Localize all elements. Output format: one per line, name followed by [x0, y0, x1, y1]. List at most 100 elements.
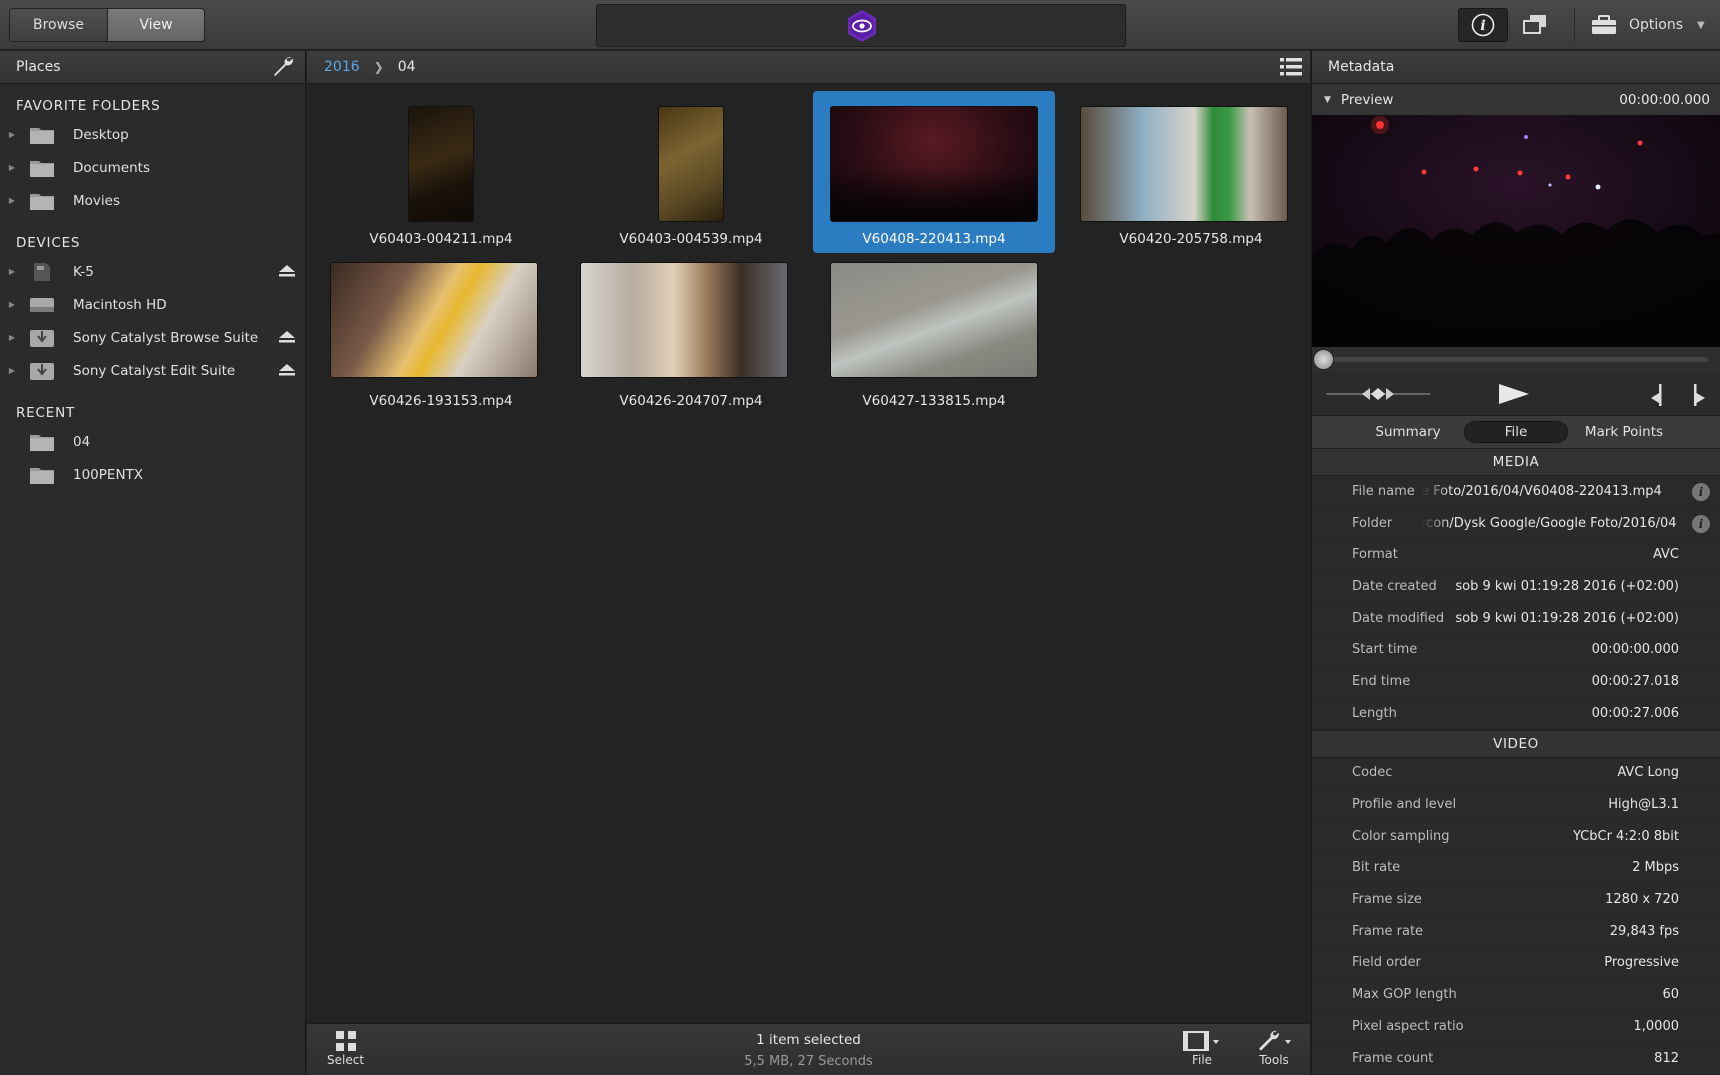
meta-value: 00:00:27.018 — [1591, 673, 1679, 689]
media-section-heading: MEDIA — [1312, 448, 1720, 476]
meta-row-length: Length 00:00:27.006 — [1312, 698, 1720, 730]
sidebar-item-recent-100pentx[interactable]: 100PENTX — [0, 458, 305, 491]
expand-arrow-icon[interactable]: ▶ — [0, 196, 15, 205]
browse-button[interactable]: Browse — [10, 9, 107, 41]
tools-menu-button[interactable]: Tools — [1254, 1029, 1294, 1067]
meta-key: Date modified — [1352, 610, 1445, 626]
meta-key: Frame rate — [1352, 923, 1424, 939]
video-thumbnail — [658, 106, 724, 222]
video-preview[interactable] — [1312, 115, 1720, 347]
collapse-triangle-icon[interactable]: ▼ — [1324, 95, 1331, 105]
folder-icon — [29, 158, 55, 178]
meta-row-pixel-aspect: Pixel aspect ratio 1,0000 — [1312, 1011, 1720, 1043]
breadcrumb: 2016 ❯ 04 — [307, 51, 1310, 84]
places-sidebar: Places FAVORITE FOLDERS ▶ Desktop ▶ Docu… — [0, 51, 306, 1075]
meta-key: Format — [1352, 547, 1398, 563]
sidebar-item-catalyst-browse[interactable]: ▶ Sony Catalyst Browse Suite — [0, 321, 305, 354]
expand-arrow-icon[interactable]: ▶ — [0, 163, 15, 172]
sidebar-item-label: K-5 — [73, 263, 94, 280]
file-tile[interactable]: V60403-004211.mp4 — [320, 91, 562, 253]
meta-row-frame-size: Frame size 1280 x 720 — [1312, 884, 1720, 916]
file-tile-selected[interactable]: V60408-220413.mp4 — [813, 91, 1055, 253]
file-tile[interactable]: V60403-004539.mp4 — [570, 91, 812, 253]
meta-key: Date created — [1352, 578, 1437, 594]
sidebar-item-recent-04[interactable]: 04 — [0, 425, 305, 458]
expand-arrow-icon[interactable]: ▶ — [0, 267, 15, 276]
file-name-label: V60427-133815.mp4 — [862, 393, 1006, 409]
sidebar-item-label: Sony Catalyst Browse Suite — [73, 329, 259, 346]
meta-value: AVC — [1652, 547, 1679, 563]
sidebar-item-label: 100PENTX — [73, 466, 144, 483]
places-title: Places — [16, 59, 61, 75]
mark-out-icon[interactable] — [1691, 384, 1705, 406]
shuttle-diamond-icon[interactable] — [1362, 386, 1394, 402]
expand-arrow-icon[interactable]: ▶ — [0, 130, 15, 139]
breadcrumb-current: 04 — [397, 59, 416, 75]
eject-icon[interactable] — [279, 265, 295, 277]
file-tile[interactable]: V60427-133815.mp4 — [813, 262, 1055, 424]
play-icon[interactable] — [1497, 382, 1531, 406]
meta-row-folder: Folder rcon/Dysk Google/Google Foto/2016… — [1312, 508, 1720, 540]
expand-arrow-icon[interactable]: ▶ — [0, 333, 15, 342]
toolbox-icon — [1592, 15, 1616, 34]
meta-value: 812 — [1654, 1050, 1679, 1066]
selection-details: 5,5 MB, 27 Seconds — [744, 1054, 873, 1069]
preview-header[interactable]: ▼ Preview 00:00:00.000 — [1312, 84, 1720, 115]
film-strip-icon — [1183, 1031, 1219, 1051]
info-button[interactable]: i — [1458, 8, 1508, 42]
sidebar-item-desktop[interactable]: ▶ Desktop — [0, 118, 305, 151]
expand-arrow-icon[interactable]: ▶ — [0, 300, 15, 309]
svg-text:i: i — [1480, 18, 1485, 34]
video-section-heading: VIDEO — [1312, 729, 1720, 758]
meta-value: 00:00:27.006 — [1591, 705, 1679, 721]
wrench-icon — [1259, 1030, 1291, 1051]
expand-arrow-icon[interactable]: ▶ — [0, 366, 15, 375]
eject-icon[interactable] — [279, 364, 295, 376]
meta-row-date-created: Date created sob 9 kwi 01:19:28 2016 (+0… — [1312, 571, 1720, 603]
sidebar-item-macintosh-hd[interactable]: ▶ Macintosh HD — [0, 288, 305, 321]
file-tile[interactable]: V60420-205758.mp4 — [1070, 91, 1312, 253]
meta-row-bit-rate: Bit rate 2 Mbps — [1312, 853, 1720, 885]
info-icon[interactable]: i — [1692, 514, 1710, 533]
meta-key: Field order — [1352, 955, 1421, 971]
breadcrumb-parent-link[interactable]: 2016 — [324, 59, 360, 75]
file-menu-button[interactable]: File — [1182, 1029, 1222, 1067]
view-button[interactable]: View — [107, 9, 204, 41]
eject-icon[interactable] — [279, 331, 295, 343]
sidebar-item-label: Movies — [73, 192, 120, 209]
video-thumbnail — [1080, 106, 1288, 222]
tab-file[interactable]: File — [1464, 421, 1568, 443]
mark-in-icon[interactable] — [1651, 384, 1665, 406]
meta-row-profile-level: Profile and level High@L3.1 — [1312, 789, 1720, 821]
devices-heading: DEVICES — [16, 235, 81, 251]
window-mode-button[interactable] — [1518, 10, 1552, 40]
chevron-right-icon: ❯ — [373, 60, 384, 74]
file-tile[interactable]: V60426-193153.mp4 — [320, 262, 562, 424]
meta-row-start-time: Start time 00:00:00.000 — [1312, 634, 1720, 667]
file-tile[interactable]: V60426-204707.mp4 — [570, 262, 812, 424]
meta-row-file-name: File name e Foto/2016/04/V60408-220413.m… — [1312, 476, 1720, 508]
timeline-scrubber[interactable] — [1312, 347, 1720, 372]
app-logo-icon — [848, 10, 876, 42]
meta-value: Progressive — [1604, 955, 1679, 971]
meta-key: Length — [1352, 705, 1397, 721]
sidebar-item-k5[interactable]: ▶ K-5 — [0, 255, 305, 288]
tab-mark-points[interactable]: Mark Points — [1572, 421, 1676, 443]
sidebar-item-catalyst-edit[interactable]: ▶ Sony Catalyst Edit Suite — [0, 354, 305, 387]
preview-frame-icon — [1312, 115, 1720, 347]
list-view-icon[interactable] — [1280, 57, 1302, 77]
recent-heading: RECENT — [16, 405, 76, 421]
memory-card-icon — [29, 262, 55, 282]
file-name-label: V60408-220413.mp4 — [862, 231, 1006, 247]
options-menu-button[interactable]: Options ▼ — [1574, 8, 1714, 42]
sidebar-item-movies[interactable]: ▶ Movies — [0, 184, 305, 217]
scrubber-handle[interactable] — [1313, 349, 1334, 370]
info-icon[interactable]: i — [1692, 483, 1710, 501]
meta-value: sob 9 kwi 01:19:28 2016 (+02:00) — [1455, 610, 1679, 626]
video-thumbnail — [408, 106, 474, 222]
sidebar-item-documents[interactable]: ▶ Documents — [0, 151, 305, 184]
tab-summary[interactable]: Summary — [1356, 421, 1460, 443]
wrench-icon[interactable] — [271, 55, 295, 79]
hard-drive-icon — [29, 295, 55, 315]
sidebar-item-label: Macintosh HD — [73, 296, 167, 313]
